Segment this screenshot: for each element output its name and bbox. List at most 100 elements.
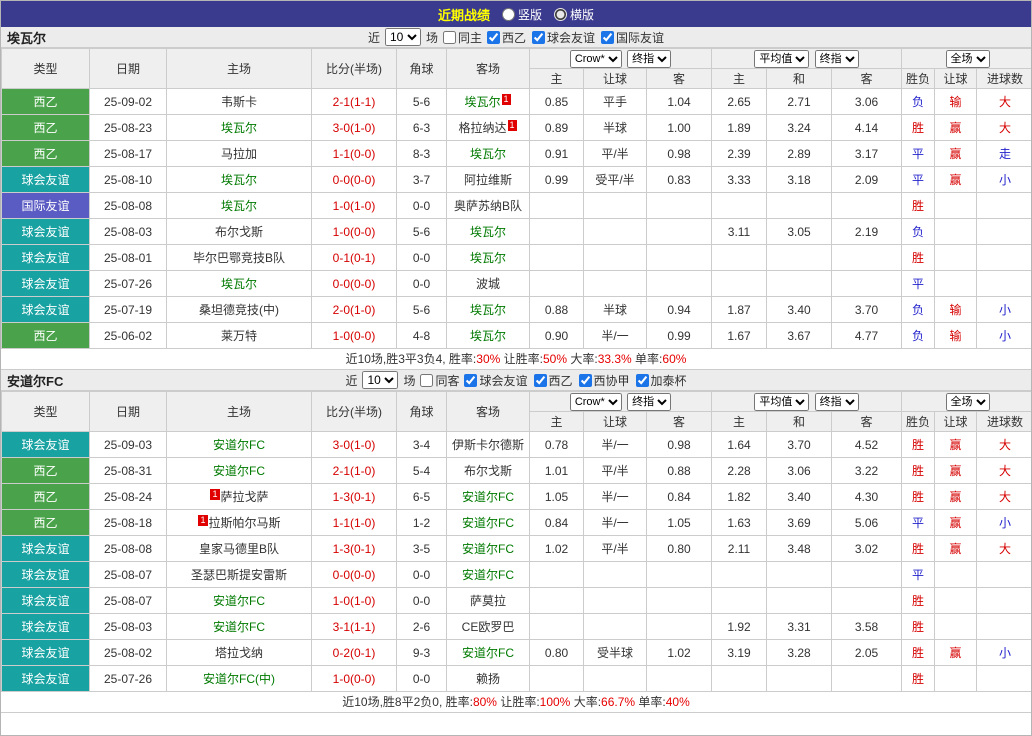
home-team-cell[interactable]: 埃瓦尔 [166, 192, 312, 219]
score-cell[interactable]: 1-0(0-0) [311, 218, 397, 245]
away-team-name[interactable]: 埃瓦尔 [470, 251, 506, 265]
away-team-cell[interactable]: 安道尔FC [446, 561, 530, 588]
home-team-name[interactable]: 安道尔FC [213, 620, 265, 634]
away-team-cell[interactable]: 萨莫拉 [446, 587, 530, 614]
home-team-cell[interactable]: 圣瑟巴斯提安雷斯 [166, 561, 312, 588]
score-cell[interactable]: 0-1(0-1) [311, 244, 397, 271]
away-team-name[interactable]: 安道尔FC [462, 516, 514, 530]
away-team-name[interactable]: 安道尔FC [462, 490, 514, 504]
away-team-name[interactable]: 安道尔FC [462, 568, 514, 582]
away-team-cell[interactable]: 波城 [446, 270, 530, 297]
same-venue-checkbox[interactable] [442, 30, 456, 44]
league-filter-checkbox[interactable] [635, 373, 649, 387]
same-venue-checkbox[interactable] [420, 373, 434, 387]
home-team-name[interactable]: 布尔戈斯 [215, 225, 263, 239]
away-team-cell[interactable]: 安道尔FC [446, 639, 530, 666]
away-team-cell[interactable]: 赖扬 [446, 665, 530, 692]
home-team-cell[interactable]: 埃瓦尔 [166, 270, 312, 297]
avg-source-select[interactable]: 平均值 [754, 392, 810, 411]
home-team-name[interactable]: 埃瓦尔 [221, 173, 257, 187]
away-team-name[interactable]: 萨莫拉 [470, 594, 506, 608]
away-team-name[interactable]: 伊斯卡尔德斯 [452, 438, 524, 452]
avg-source-select[interactable]: 平均值 [754, 49, 810, 68]
away-team-name[interactable]: 阿拉维斯 [464, 173, 512, 187]
home-team-name[interactable]: 萨拉戈萨 [221, 490, 269, 504]
home-team-name[interactable]: 塔拉戈纳 [215, 646, 263, 660]
vertical-layout-radio[interactable] [501, 7, 515, 21]
score-cell[interactable]: 1-1(1-0) [311, 509, 397, 536]
score-cell[interactable]: 0-0(0-0) [311, 561, 397, 588]
league-filter[interactable]: 球会友谊 [532, 29, 595, 46]
league-filter[interactable]: 加泰杯 [635, 372, 687, 389]
odds-final-select[interactable]: 终指 [627, 49, 672, 68]
league-filter[interactable]: 西乙 [487, 29, 526, 46]
home-team-name[interactable]: 安道尔FC(中) [203, 672, 275, 686]
home-team-name[interactable]: 韦斯卡 [221, 95, 257, 109]
away-team-name[interactable]: 安道尔FC [462, 542, 514, 556]
away-team-name[interactable]: CE欧罗巴 [462, 620, 515, 634]
league-filter-checkbox[interactable] [532, 30, 546, 44]
league-filter[interactable]: 西乙 [533, 372, 573, 389]
away-team-cell[interactable]: 埃瓦尔 [446, 244, 530, 271]
home-team-name[interactable]: 拉斯帕尔马斯 [209, 516, 281, 530]
home-team-cell[interactable]: 1 萨拉戈萨 [166, 483, 312, 510]
recent-count-select[interactable]: 10 [362, 371, 399, 389]
fulltime-select[interactable]: 全场 [945, 49, 990, 68]
score-cell[interactable]: 1-0(1-0) [311, 587, 397, 614]
home-team-cell[interactable]: 安道尔FC [166, 431, 312, 458]
away-team-name[interactable]: 埃瓦尔 [470, 225, 506, 239]
home-team-cell[interactable]: 布尔戈斯 [166, 218, 312, 245]
away-team-cell[interactable]: 埃瓦尔 1 [446, 88, 530, 115]
home-team-cell[interactable]: 桑坦德竞技(中) [166, 296, 312, 323]
home-team-name[interactable]: 莱万特 [221, 329, 257, 343]
away-team-name[interactable]: 格拉纳达 [458, 121, 506, 135]
same-venue-filter[interactable]: 同主 [442, 29, 482, 46]
score-cell[interactable]: 1-0(0-0) [311, 665, 397, 692]
away-team-cell[interactable]: 奥萨苏纳B队 [446, 192, 530, 219]
score-cell[interactable]: 2-1(1-0) [311, 457, 397, 484]
home-team-cell[interactable]: 安道尔FC [166, 457, 312, 484]
away-team-name[interactable]: 埃瓦尔 [470, 329, 506, 343]
away-team-name[interactable]: 埃瓦尔 [464, 95, 500, 109]
avg-final-select[interactable]: 终指 [814, 392, 859, 411]
score-cell[interactable]: 1-1(0-0) [311, 140, 397, 167]
score-cell[interactable]: 0-0(0-0) [311, 270, 397, 297]
home-team-cell[interactable]: 马拉加 [166, 140, 312, 167]
odds-source-select[interactable]: Crow* [569, 49, 622, 68]
home-team-cell[interactable]: 毕尔巴鄂竞技B队 [166, 244, 312, 271]
away-team-cell[interactable]: 安道尔FC [446, 483, 530, 510]
home-team-cell[interactable]: 埃瓦尔 [166, 166, 312, 193]
home-team-name[interactable]: 桑坦德竞技(中) [199, 303, 279, 317]
score-cell[interactable]: 1-0(1-0) [311, 192, 397, 219]
away-team-cell[interactable]: 阿拉维斯 [446, 166, 530, 193]
away-team-cell[interactable]: 安道尔FC [446, 535, 530, 562]
home-team-name[interactable]: 圣瑟巴斯提安雷斯 [191, 568, 287, 582]
home-team-name[interactable]: 埃瓦尔 [221, 121, 257, 135]
score-cell[interactable]: 0-2(0-1) [311, 639, 397, 666]
home-team-cell[interactable]: 韦斯卡 [166, 88, 312, 115]
home-team-name[interactable]: 埃瓦尔 [221, 277, 257, 291]
score-cell[interactable]: 1-3(0-1) [311, 483, 397, 510]
score-cell[interactable]: 1-3(0-1) [311, 535, 397, 562]
home-team-name[interactable]: 毕尔巴鄂竞技B队 [193, 251, 285, 265]
away-team-cell[interactable]: 埃瓦尔 [446, 140, 530, 167]
league-filter-checkbox[interactable] [578, 373, 592, 387]
recent-count-select[interactable]: 10 [384, 28, 421, 46]
home-team-name[interactable]: 皇家马德里B队 [199, 542, 279, 556]
league-filter-checkbox[interactable] [601, 30, 615, 44]
away-team-name[interactable]: 埃瓦尔 [470, 147, 506, 161]
home-team-cell[interactable]: 皇家马德里B队 [166, 535, 312, 562]
score-cell[interactable]: 3-0(1-0) [311, 431, 397, 458]
avg-final-select[interactable]: 终指 [814, 49, 859, 68]
home-team-name[interactable]: 马拉加 [221, 147, 257, 161]
layout-option-vertical[interactable]: 竖版 [501, 6, 542, 23]
home-team-cell[interactable]: 1 拉斯帕尔马斯 [166, 509, 312, 536]
away-team-name[interactable]: 安道尔FC [462, 646, 514, 660]
league-filter-checkbox[interactable] [487, 30, 500, 44]
league-filter[interactable]: 球会友谊 [464, 372, 528, 389]
score-cell[interactable]: 2-1(1-1) [311, 88, 397, 115]
fulltime-select[interactable]: 全场 [945, 392, 990, 411]
score-cell[interactable]: 2-0(1-0) [311, 296, 397, 323]
away-team-name[interactable]: 波城 [476, 277, 500, 291]
away-team-cell[interactable]: 布尔戈斯 [446, 457, 530, 484]
